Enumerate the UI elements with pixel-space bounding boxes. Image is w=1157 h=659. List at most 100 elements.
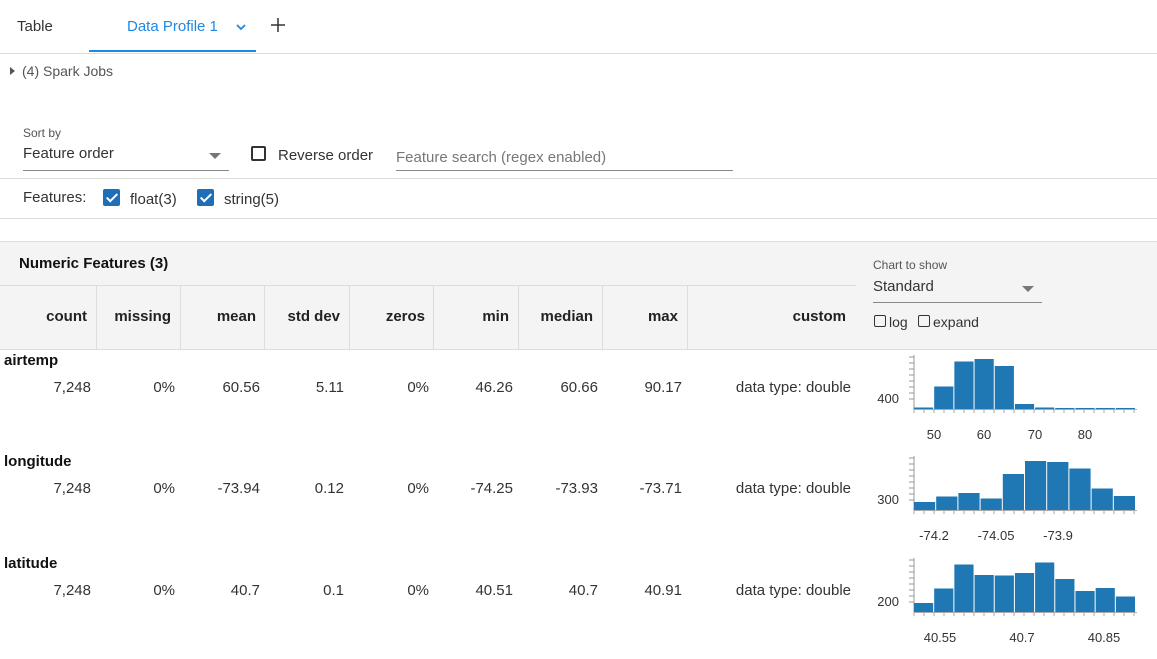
histogram-bar	[980, 498, 1002, 510]
column-divider	[602, 286, 603, 349]
cell-longitude-custom: data type: double	[735, 480, 851, 497]
column-divider	[180, 286, 181, 349]
histogram-bar	[994, 575, 1014, 612]
histogram-bar	[1069, 468, 1091, 510]
x-tick-label: 70	[1028, 427, 1042, 442]
header-divider	[0, 285, 856, 286]
spark-jobs-label: (4) Spark Jobs	[22, 63, 114, 79]
cell-latitude-median: 40.7	[568, 582, 598, 599]
cell-latitude-count: 7,248	[53, 582, 91, 599]
histogram-bar	[994, 366, 1014, 409]
column-header-zeros[interactable]: zeros	[350, 308, 425, 325]
histogram-bar	[1025, 461, 1047, 510]
histogram-longitude: 300 -74.2 -74.05 -73.9	[877, 456, 1137, 543]
cell-longitude-mean: -73.94	[217, 480, 260, 497]
chart-to-show-label: Chart to show	[873, 258, 948, 272]
cell-airtemp-mean: 60.56	[222, 379, 260, 396]
tab-table[interactable]: Table	[17, 0, 53, 53]
log-label: log	[889, 314, 908, 330]
string-filter-checkbox[interactable]	[197, 189, 214, 206]
histogram-bar	[1055, 408, 1075, 409]
row-name-airtemp: airtemp	[4, 352, 59, 369]
histogram-bar	[974, 575, 994, 612]
expand-checkbox[interactable]	[918, 315, 930, 327]
sort-by-select[interactable]: Feature order	[23, 145, 229, 171]
column-divider	[687, 286, 688, 349]
cell-latitude-mean: 40.7	[230, 582, 260, 599]
cell-airtemp-zeros: 0%	[407, 379, 429, 396]
histogram-bar	[1047, 462, 1069, 510]
features-label: Features:	[23, 189, 87, 206]
cell-latitude-min: 40.51	[475, 582, 513, 599]
y-tick-label: 200	[877, 594, 899, 609]
column-header-custom[interactable]: custom	[687, 308, 846, 325]
histogram-bar	[1035, 562, 1055, 612]
cell-longitude-median: -73.93	[555, 480, 598, 497]
histogram-bar	[1091, 488, 1113, 510]
histogram-bar	[1014, 404, 1035, 409]
column-divider	[518, 286, 519, 349]
histogram-bar	[1095, 588, 1115, 612]
dropdown-arrow-icon	[209, 153, 221, 159]
numeric-features-title: Numeric Features (3)	[19, 255, 169, 272]
column-divider	[349, 286, 350, 349]
histogram-bar	[914, 502, 936, 510]
cell-longitude-max: -73.71	[639, 480, 682, 497]
chevron-down-icon[interactable]	[236, 0, 246, 53]
feature-search-input[interactable]	[396, 145, 733, 171]
histogram-bar	[1035, 407, 1055, 409]
histogram-bar	[936, 496, 958, 510]
reverse-order-checkbox[interactable]	[251, 146, 266, 161]
divider	[0, 178, 1157, 179]
expand-label: expand	[933, 314, 979, 330]
histogram-bar	[1055, 579, 1075, 612]
float-filter-checkbox[interactable]	[103, 189, 120, 206]
x-tick-label: -73.9	[1043, 528, 1073, 543]
histogram-bar	[1075, 408, 1095, 409]
histogram-bar	[1002, 474, 1024, 510]
reverse-order-label: Reverse order	[278, 147, 374, 164]
column-header-count[interactable]: count	[0, 308, 87, 325]
histogram-bar	[954, 564, 974, 612]
row-name-latitude: latitude	[4, 555, 58, 572]
cell-airtemp-missing: 0%	[153, 379, 175, 396]
column-header-median[interactable]: median	[518, 308, 593, 325]
x-tick-label: 50	[927, 427, 941, 442]
expand-triangle-icon	[10, 67, 15, 75]
spark-jobs-toggle[interactable]: (4) Spark Jobs	[10, 63, 113, 79]
row-name-longitude: longitude	[4, 453, 72, 470]
histogram-bar	[934, 386, 954, 409]
cell-longitude-missing: 0%	[153, 480, 175, 497]
column-header-std-dev[interactable]: std dev	[265, 308, 340, 325]
x-tick-label: 40.55	[924, 630, 957, 645]
column-header-missing[interactable]: missing	[97, 308, 171, 325]
histogram-bar	[1095, 408, 1115, 409]
histogram-latitude: 200 40.55 40.7 40.85	[877, 558, 1137, 645]
tab-data-profile[interactable]: Data Profile 1	[89, 0, 256, 52]
cell-latitude-std-dev: 0.1	[323, 582, 344, 599]
histogram-bar	[1115, 408, 1135, 409]
histogram-bar	[958, 493, 980, 510]
chart-to-show-select[interactable]: Standard	[873, 278, 1042, 303]
plus-icon	[271, 18, 285, 32]
sort-by-value: Feature order	[23, 145, 114, 162]
tab-data-profile-label: Data Profile 1	[127, 18, 218, 35]
add-tab-button[interactable]	[271, 0, 285, 53]
column-header-mean[interactable]: mean	[181, 308, 256, 325]
x-tick-label: 40.85	[1088, 630, 1121, 645]
string-filter-label: string(5)	[224, 191, 280, 208]
cell-airtemp-min: 46.26	[475, 379, 513, 396]
float-filter-label: float(3)	[130, 191, 177, 208]
sort-by-label: Sort by	[23, 126, 62, 140]
cell-latitude-max: 40.91	[644, 582, 682, 599]
histogram-bar	[934, 588, 954, 612]
histogram-bar	[974, 359, 994, 409]
histogram-bar	[1014, 573, 1035, 612]
x-tick-label: -74.05	[978, 528, 1015, 543]
log-checkbox[interactable]	[874, 315, 886, 327]
column-header-min[interactable]: min	[434, 308, 509, 325]
cell-airtemp-max: 90.17	[644, 379, 682, 396]
column-divider	[433, 286, 434, 349]
y-tick-label: 300	[877, 492, 899, 507]
column-header-max[interactable]: max	[603, 308, 678, 325]
